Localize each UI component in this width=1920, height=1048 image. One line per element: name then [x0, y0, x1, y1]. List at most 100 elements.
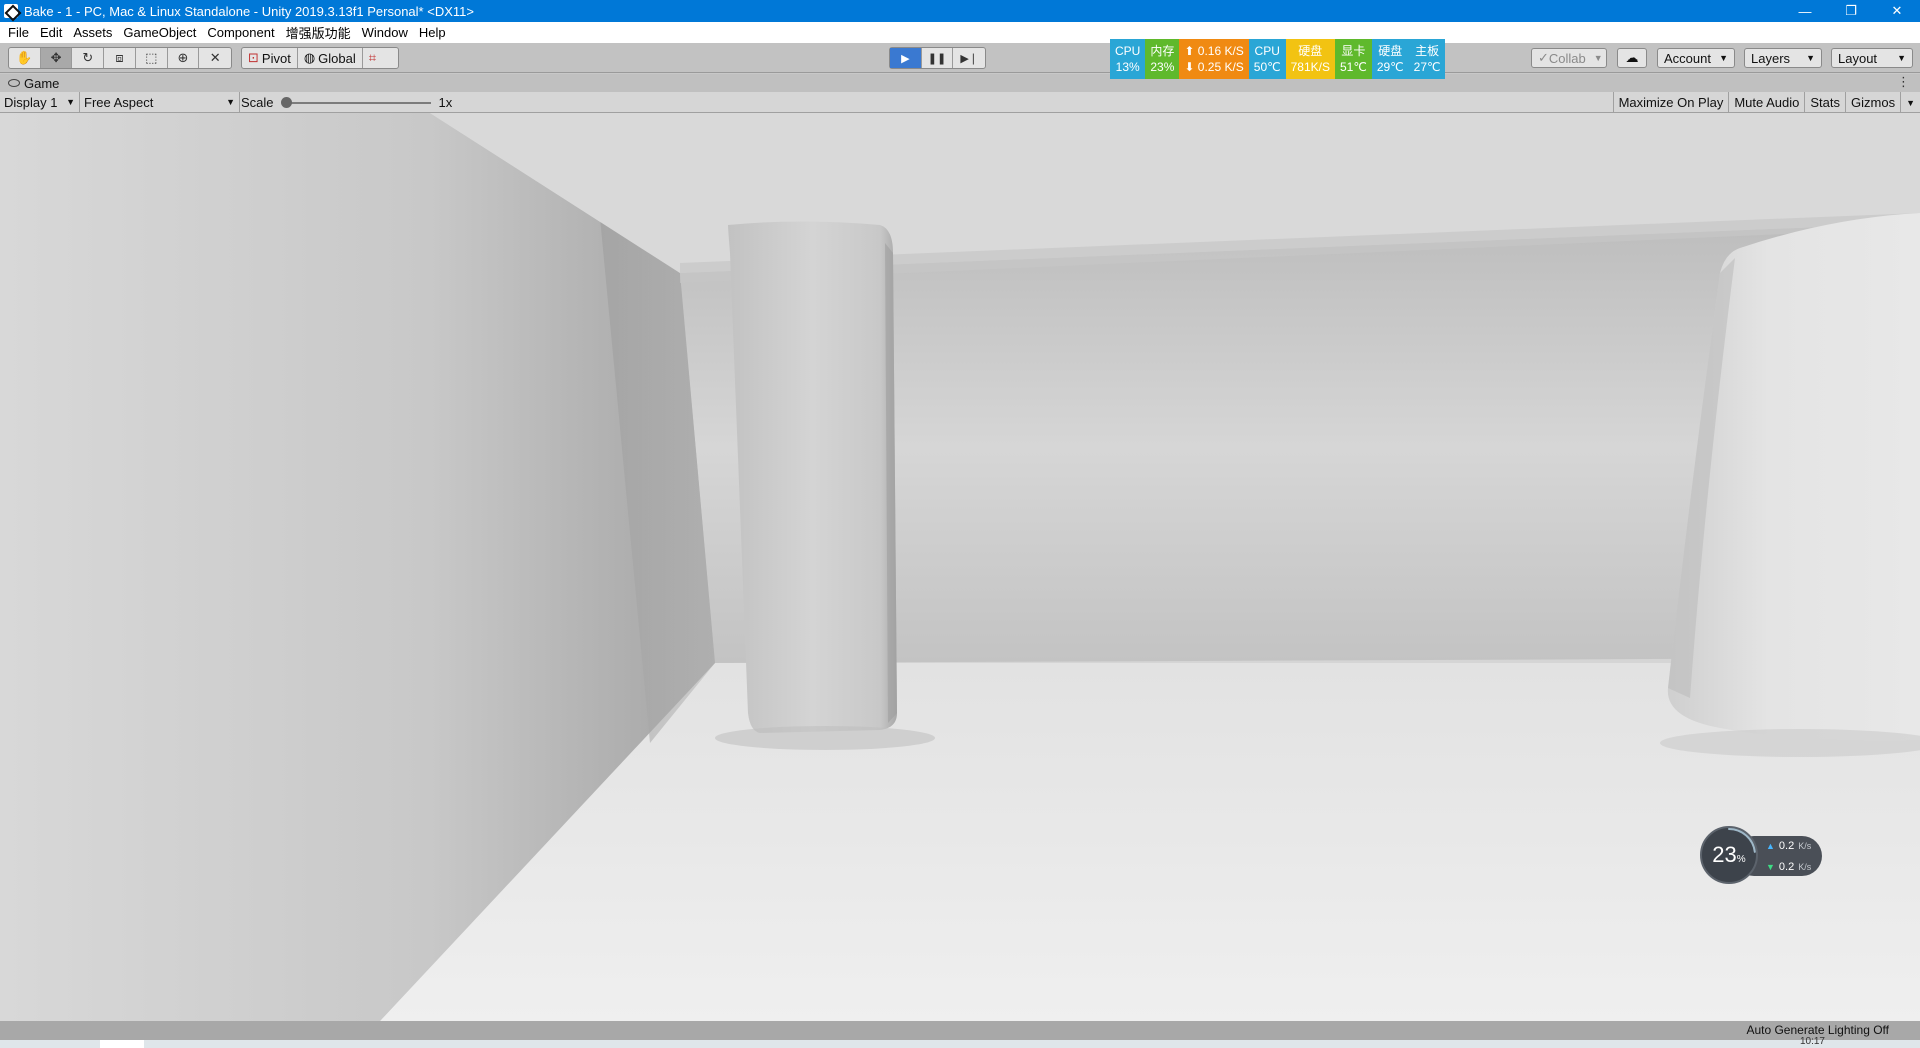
status-bar: Auto Generate Lighting Off — [0, 1021, 1920, 1040]
snap-toggle[interactable]: ⌗ — [363, 48, 382, 68]
pause-icon: ❚❚ — [927, 52, 947, 65]
panel-menu-icon[interactable]: ⋮ — [1897, 74, 1910, 90]
custom-tool-icon[interactable]: ✕ — [199, 48, 231, 68]
gizmos-toggle[interactable]: Gizmos — [1845, 92, 1900, 113]
monitor-cell-value: 51℃ — [1340, 60, 1367, 74]
game-view-icon — [8, 79, 20, 87]
pivot-toggle[interactable]: ⊡ Pivot — [242, 48, 298, 68]
chevron-down-icon: ▼ — [226, 97, 235, 107]
monitor-cell: 硬盘 29℃ — [1371, 39, 1409, 79]
aspect-label: Free Aspect — [84, 94, 154, 110]
collab-label: Collab — [1548, 50, 1586, 66]
menu-enhanced-features[interactable]: 增强版功能 — [282, 23, 358, 42]
taskbar-item[interactable] — [100, 1040, 144, 1048]
minimize-button[interactable]: — — [1782, 0, 1828, 22]
menu-assets[interactable]: Assets — [69, 25, 119, 40]
menu-component[interactable]: Component — [203, 25, 281, 40]
account-dropdown[interactable]: Account ▼ — [1657, 48, 1735, 68]
scale-label: Scale — [241, 95, 274, 110]
transform-tool-icon[interactable]: ⊕ — [168, 48, 200, 68]
monitor-cell-label: 主板 — [1415, 44, 1440, 58]
layers-dropdown[interactable]: Layers ▼ — [1744, 48, 1822, 68]
display-dropdown[interactable]: Display 1 ▼ — [0, 91, 80, 113]
scale-slider[interactable] — [280, 96, 431, 108]
menu-help[interactable]: Help — [415, 25, 453, 40]
menu-edit[interactable]: Edit — [36, 25, 69, 40]
memory-usage-ring — [1702, 828, 1756, 882]
window-titlebar: Bake - 1 - PC, Mac & Linux Standalone - … — [0, 0, 1920, 22]
play-button[interactable]: ▶ — [890, 48, 922, 68]
lighting-status[interactable]: Auto Generate Lighting Off — [1746, 1023, 1889, 1037]
aspect-dropdown[interactable]: Free Aspect ▼ — [80, 91, 240, 113]
pause-button[interactable]: ❚❚ — [922, 48, 954, 68]
layers-label: Layers — [1751, 50, 1791, 66]
chevron-down-icon: ▼ — [1719, 53, 1728, 63]
step-button[interactable]: ▶❘ — [953, 48, 985, 68]
cloud-button[interactable]: ☁ — [1617, 48, 1647, 68]
maximize-on-play-toggle[interactable]: Maximize On Play — [1612, 92, 1729, 113]
hand-tool-icon[interactable]: ✋ — [9, 48, 41, 68]
menu-gameobject[interactable]: GameObject — [119, 25, 203, 40]
tab-game[interactable]: Game — [0, 74, 67, 92]
chevron-down-icon: ▼ — [1906, 97, 1915, 108]
monitor-cell-label: ⬆ 0.16 K/S — [1184, 44, 1244, 58]
mute-audio-toggle[interactable]: Mute Audio — [1728, 92, 1804, 113]
monitor-cell: 显卡 51℃ — [1335, 39, 1372, 79]
download-speed: ▼ 0.2 K/s — [1766, 861, 1811, 873]
layout-label: Layout — [1838, 50, 1878, 66]
monitor-cell-value: 29℃ — [1376, 60, 1404, 74]
scale-value: 1x — [438, 95, 453, 110]
account-label: Account — [1664, 50, 1711, 66]
game-viewport[interactable]: ▲ 0.2 K/s ▼ 0.2 K/s 23% — [0, 113, 1920, 1021]
display-label: Display 1 — [4, 94, 58, 110]
move-tool-icon[interactable]: ✥ — [40, 48, 73, 68]
play-controls: ▶ ❚❚ ▶❘ — [889, 47, 986, 69]
monitor-cell-label: CPU — [1254, 44, 1280, 58]
game-controls-bar: Display 1 ▼ Free Aspect ▼ Scale 1x Maxim… — [0, 91, 1920, 113]
monitor-cell-value: 781K/S — [1290, 60, 1330, 74]
monitor-cell: CPU 13% — [1110, 39, 1146, 79]
monitor-cell-label: 显卡 — [1341, 44, 1366, 58]
arrow-up-icon: ▲ — [1766, 841, 1775, 851]
unity-logo-icon — [4, 4, 18, 18]
arrow-down-icon: ▼ — [1766, 862, 1775, 872]
stats-toggle[interactable]: Stats — [1804, 92, 1845, 113]
chevron-down-icon: ▼ — [1806, 53, 1815, 63]
menu-file[interactable]: File — [4, 25, 36, 40]
menu-window[interactable]: Window — [358, 25, 415, 40]
scale-slider-handle[interactable] — [280, 96, 292, 108]
scale-control: Scale 1x — [241, 92, 452, 113]
layout-dropdown[interactable]: Layout ▼ — [1831, 48, 1913, 68]
cloud-icon: ☁ — [1625, 50, 1639, 65]
monitor-cell-label: 内存 — [1150, 44, 1175, 58]
download-value: 0.2 — [1778, 861, 1795, 873]
monitor-cell-label: 硬盘 — [1378, 44, 1403, 58]
monitor-cell-value: 23% — [1150, 60, 1175, 74]
monitor-cell: 主板 27℃ — [1408, 39, 1446, 79]
play-icon: ▶ — [901, 52, 910, 65]
menu-bar: File Edit Assets GameObject Component 增强… — [0, 22, 1920, 43]
step-icon: ▶❘ — [960, 52, 979, 65]
check-icon: ✓ — [1538, 50, 1549, 65]
system-monitor: CPU 13% 内存 23% ⬆ 0.16 K/S ⬇ 0.25 K/S CPU 50℃ 硬盘 7… — [1110, 39, 1446, 79]
game-tab-bar: Game ⋮ — [0, 74, 1920, 92]
monitor-cell: 硬盘 781K/S — [1285, 39, 1335, 79]
rotate-tool-icon[interactable]: ↻ — [72, 48, 105, 68]
monitor-cell-value: 27℃ — [1413, 60, 1441, 74]
tab-game-label: Game — [24, 75, 60, 91]
download-unit: K/s — [1798, 862, 1812, 872]
window-title: Bake - 1 - PC, Mac & Linux Standalone - … — [24, 3, 474, 19]
monitor-cell: ⬆ 0.16 K/S ⬇ 0.25 K/S — [1179, 39, 1249, 79]
network-speed-widget[interactable]: ▲ 0.2 K/s ▼ 0.2 K/s 23% — [1700, 826, 1822, 884]
globe-icon: ◍ — [303, 50, 316, 65]
chevron-down-icon: ▼ — [66, 97, 75, 107]
gizmos-dropdown[interactable]: ▼ — [1900, 92, 1920, 113]
collab-button[interactable]: ✓ Collab ▼ — [1531, 48, 1607, 68]
close-button[interactable]: ✕ — [1874, 0, 1920, 22]
scale-tool-icon[interactable]: ⧈ — [104, 48, 136, 68]
maximize-button[interactable]: ❐ — [1828, 0, 1874, 22]
global-toggle[interactable]: ◍ Global — [298, 48, 363, 68]
rect-tool-icon[interactable]: ⬚ — [136, 48, 168, 68]
monitor-cell: CPU 50℃ — [1248, 39, 1286, 79]
monitor-cell-value: ⬇ 0.25 K/S — [1184, 60, 1244, 74]
